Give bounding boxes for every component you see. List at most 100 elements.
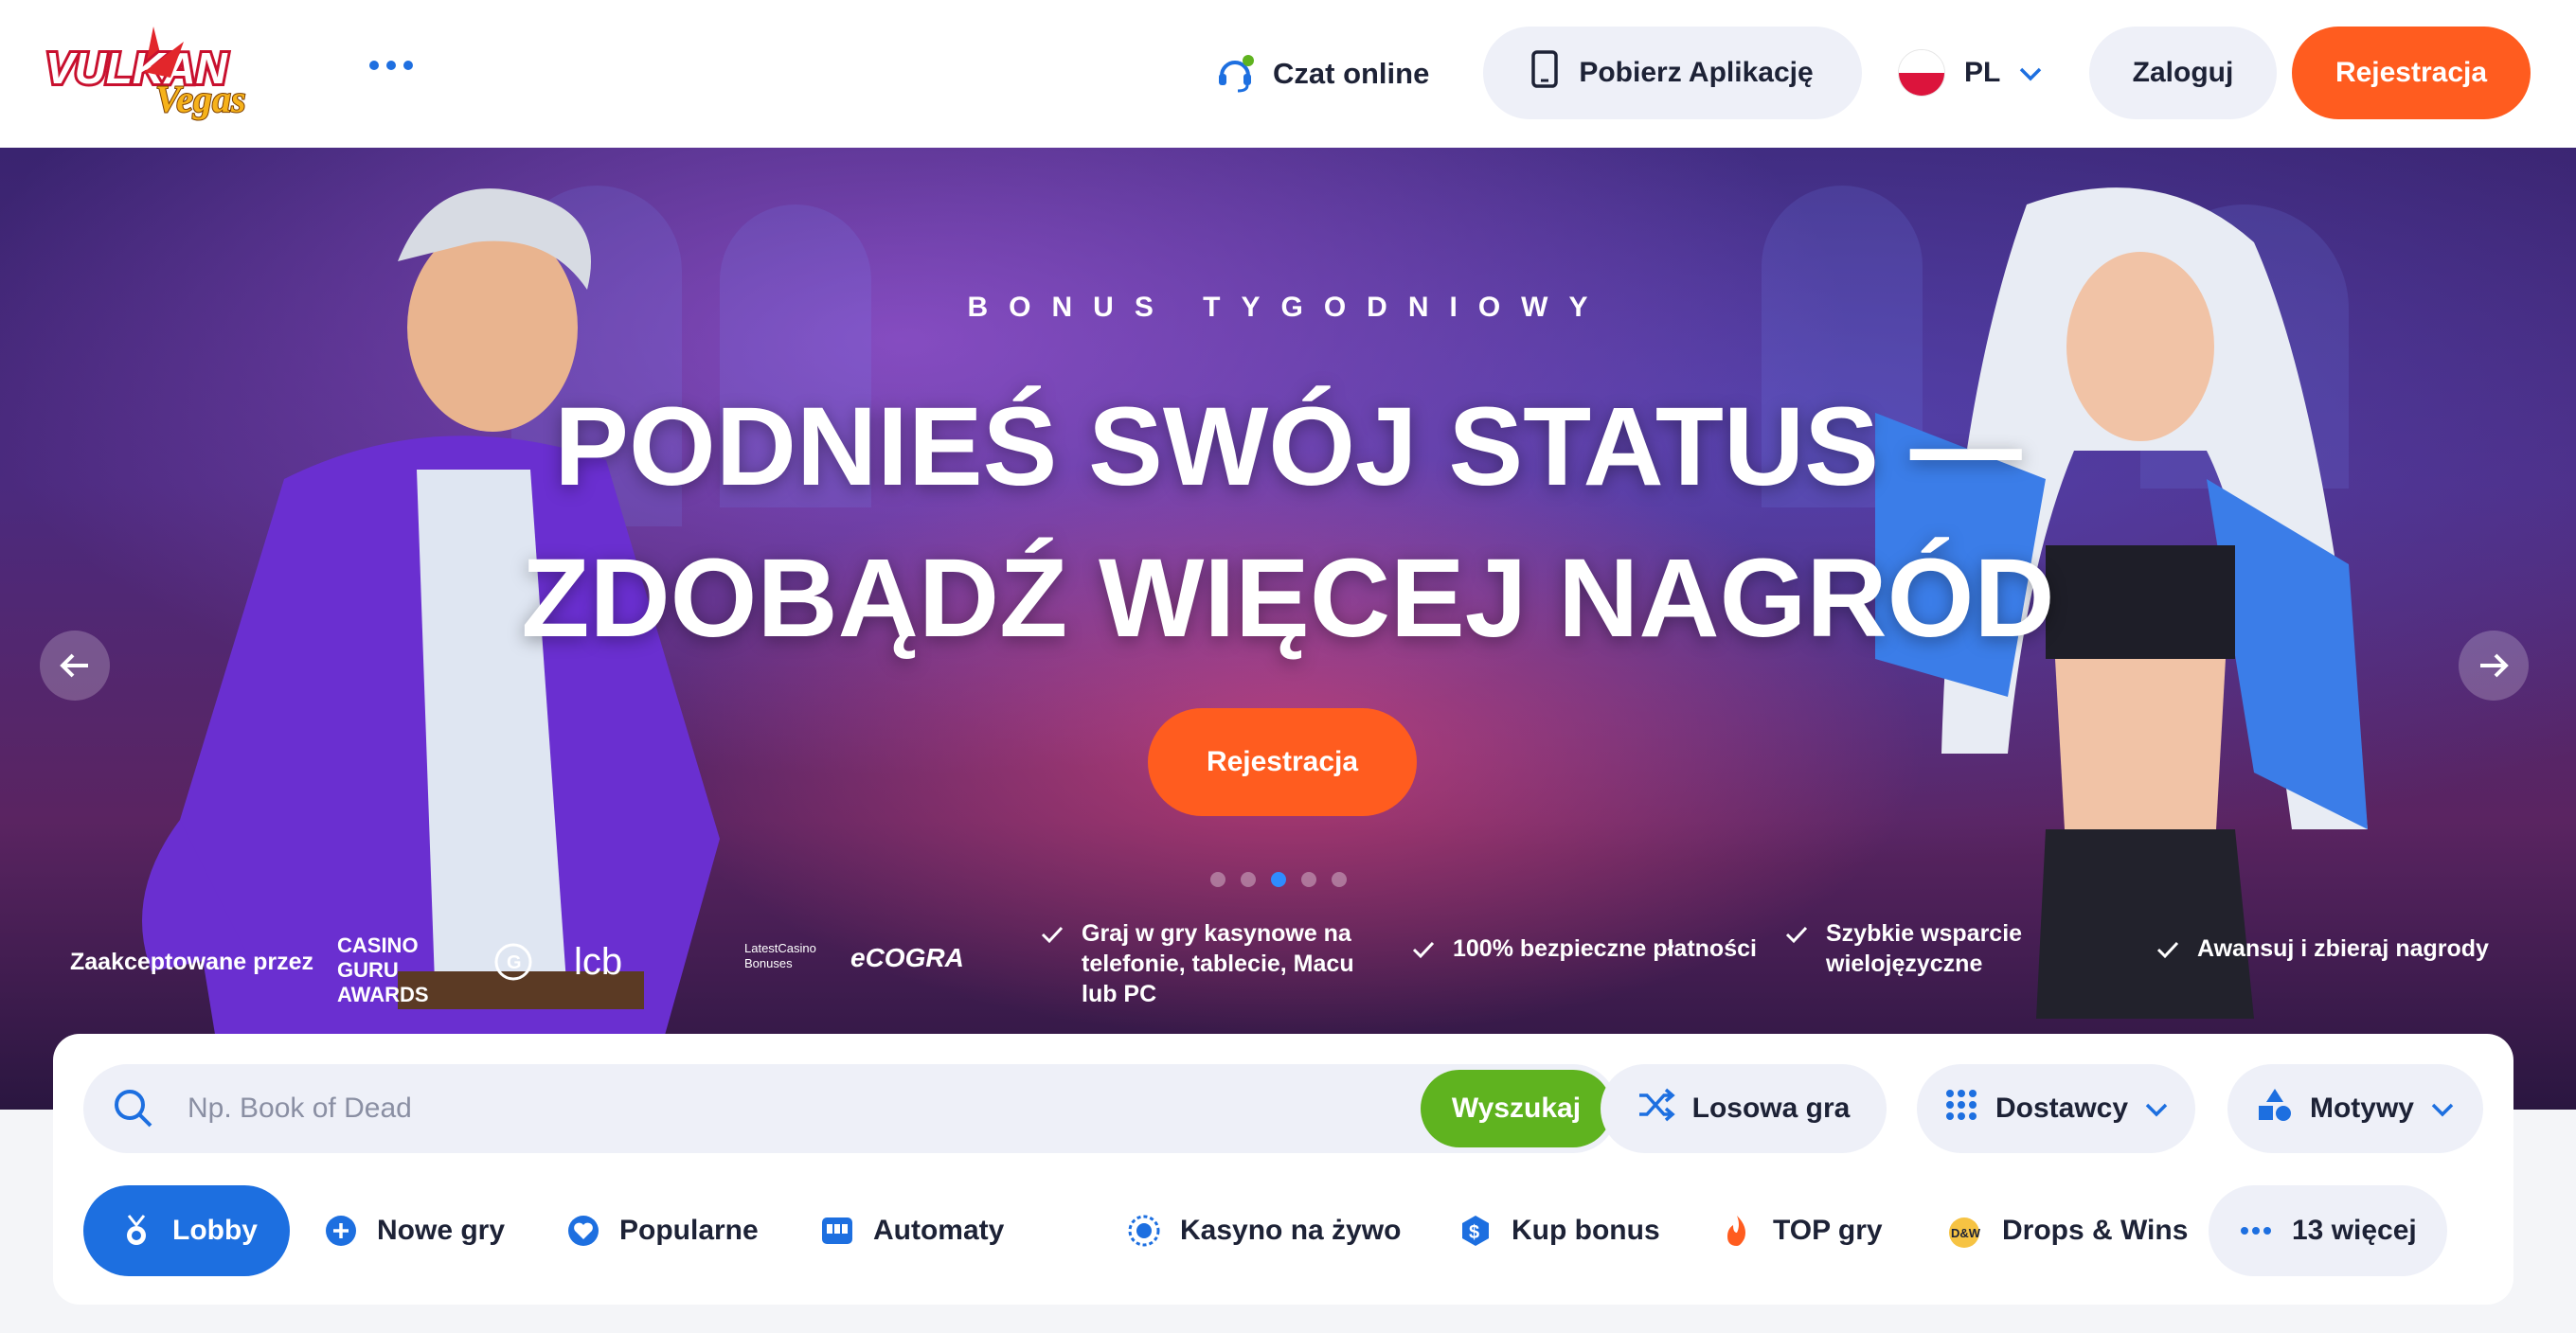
themes-dropdown[interactable]: Motywy xyxy=(2227,1064,2483,1153)
live-icon xyxy=(1128,1215,1160,1247)
chevron-down-icon xyxy=(2145,1093,2168,1125)
hero-title-line: PODNIEŚ SWÓJ STATUS — xyxy=(554,384,2022,509)
register-button[interactable]: Rejestracja xyxy=(2292,27,2531,119)
search-icon xyxy=(112,1087,155,1130)
category-label: Popularne xyxy=(619,1215,759,1246)
category-nav: Lobby Nowe gry Popularne Automaty Kasyno… xyxy=(83,1185,2489,1276)
themes-label: Motywy xyxy=(2309,1093,2414,1124)
carousel-dot-active[interactable] xyxy=(1271,872,1286,887)
trust-feature: Szybkie wsparcie wielojęzyczne xyxy=(1784,918,2106,979)
svg-text:G: G xyxy=(507,952,522,973)
trust-bar: Zaakceptowane przez CASINO GURU AWARDS G… xyxy=(0,913,2576,1017)
chat-online-link[interactable]: Czat online xyxy=(1214,47,1429,100)
trust-feature-text: 100% bezpieczne płatności xyxy=(1453,935,1757,962)
laurel-badge-icon: G xyxy=(487,935,540,988)
search-button[interactable]: Wyszukaj xyxy=(1421,1070,1612,1147)
svg-text:$: $ xyxy=(1469,1222,1479,1243)
medal-icon xyxy=(127,1215,146,1245)
hero-title-line: ZDOBĄDŹ WIĘCEJ NAGRÓD xyxy=(521,536,2055,661)
carousel-dot[interactable] xyxy=(1241,872,1256,887)
category-label: TOP gry xyxy=(1773,1215,1883,1246)
category-label: Lobby xyxy=(172,1215,258,1246)
random-game-button[interactable]: Losowa gra xyxy=(1601,1064,1887,1153)
providers-dropdown[interactable]: Dostawcy xyxy=(1917,1064,2195,1153)
providers-label: Dostawcy xyxy=(1995,1093,2129,1124)
category-slots[interactable]: Automaty xyxy=(820,1185,1004,1276)
hero-register-button[interactable]: Rejestracja xyxy=(1148,708,1417,816)
random-game-label: Losowa gra xyxy=(1691,1093,1851,1124)
shuffle-icon xyxy=(1637,1088,1675,1129)
search-box: Wyszukaj xyxy=(83,1064,1618,1153)
category-popular[interactable]: Popularne xyxy=(566,1185,759,1276)
login-button[interactable]: Zaloguj xyxy=(2089,27,2277,119)
grid-icon xyxy=(1944,1088,1978,1129)
drops-wins-icon: D&W xyxy=(1949,1217,1981,1248)
shapes-icon xyxy=(2257,1087,2293,1130)
slot-machine-icon xyxy=(822,1217,852,1244)
poland-flag-icon xyxy=(1898,49,1945,97)
category-label: Kasyno na żywo xyxy=(1180,1215,1402,1246)
check-icon xyxy=(1041,926,1064,944)
chevron-down-icon xyxy=(2019,57,2042,89)
trust-feature-text: Szybkie wsparcie wielojęzyczne xyxy=(1826,920,2023,977)
language-label: PL xyxy=(1964,57,2001,88)
language-selector[interactable]: PL xyxy=(1898,38,2042,108)
category-label: Drops & Wins xyxy=(2002,1215,2189,1246)
chevron-down-icon xyxy=(2431,1093,2454,1125)
more-menu-icon[interactable] xyxy=(369,61,413,70)
lcb-logo: lcb xyxy=(574,941,623,983)
plus-circle-icon xyxy=(326,1216,356,1246)
more-dots-icon xyxy=(2241,1227,2271,1235)
register-label: Rejestracja xyxy=(2334,57,2488,88)
category-new-games[interactable]: Nowe gry xyxy=(324,1185,505,1276)
category-label: Nowe gry xyxy=(377,1215,506,1246)
heart-icon xyxy=(568,1216,599,1246)
hero-eyebrow: BONUS TYGODNIOWY xyxy=(967,292,1609,323)
category-live-casino[interactable]: Kasyno na żywo xyxy=(1127,1185,1401,1276)
category-label: Automaty xyxy=(873,1215,1005,1246)
trust-feature: Awansuj i zbieraj nagrody xyxy=(2156,933,2553,964)
ecogra-logo: eCOGRA xyxy=(850,943,964,972)
download-app-button[interactable]: Pobierz Aplikację xyxy=(1483,27,1862,119)
carousel-dot[interactable] xyxy=(1332,872,1347,887)
games-filter-panel: Wyszukaj Losowa gra Dostawcy xyxy=(53,1034,2513,1305)
carousel-dot[interactable] xyxy=(1301,872,1316,887)
category-buy-bonus[interactable]: $ Kup bonus xyxy=(1458,1185,1660,1276)
headset-icon xyxy=(1214,53,1256,95)
check-icon xyxy=(1412,941,1435,959)
hero-banner[interactable]: BONUS TYGODNIOWY PODNIEŚ SWÓJ STATUS — Z… xyxy=(0,148,2576,1110)
search-input[interactable] xyxy=(188,1083,1324,1134)
download-app-label: Pobierz Aplikację xyxy=(1579,57,1814,88)
hero-register-label: Rejestracja xyxy=(1206,746,1359,777)
category-drops-wins[interactable]: D&W Drops & Wins xyxy=(1945,1185,2188,1276)
category-label: 13 więcej xyxy=(2292,1215,2417,1246)
category-more[interactable]: 13 więcej xyxy=(2209,1185,2447,1276)
hero-title: PODNIEŚ SWÓJ STATUS — ZDOBĄDŹ WIĘCEJ NAG… xyxy=(0,371,2576,674)
hero-next-arrow-icon[interactable] xyxy=(2459,631,2529,701)
phone-icon xyxy=(1531,50,1559,96)
login-label: Zaloguj xyxy=(2132,57,2234,88)
category-top-games[interactable]: TOP gry xyxy=(1720,1185,1883,1276)
category-label: Kup bonus xyxy=(1512,1215,1660,1246)
casino-guru-awards-logo: CASINO GURU AWARDS xyxy=(337,933,429,1006)
category-lobby[interactable]: Lobby xyxy=(83,1185,290,1276)
svg-text:D&W: D&W xyxy=(1951,1226,1981,1240)
trust-feature: 100% bezpieczne płatności xyxy=(1411,933,1771,964)
site-header: VULKAN Vegas Czat online Pobierz Aplikac… xyxy=(0,0,2576,148)
chat-online-label: Czat online xyxy=(1273,57,1430,90)
check-icon xyxy=(2156,941,2179,959)
search-button-label: Wyszukaj xyxy=(1451,1093,1582,1124)
latest-casino-bonuses-logo: LatestCasino Bonuses xyxy=(744,941,816,970)
trust-feature-text: Awansuj i zbieraj nagrody xyxy=(2197,935,2489,962)
hero-prev-arrow-icon[interactable] xyxy=(40,631,110,701)
trust-feature: Graj w gry kasynowe na telefonie, tablec… xyxy=(1040,918,1371,1009)
carousel-dots xyxy=(1210,872,1347,887)
dollar-icon: $ xyxy=(1462,1216,1489,1246)
trust-feature-text: Graj w gry kasynowe na telefonie, tablec… xyxy=(1082,920,1354,1007)
vulkan-vegas-logo[interactable]: VULKAN Vegas xyxy=(42,23,259,121)
accepted-by-label: Zaakceptowane przez xyxy=(70,949,314,975)
check-icon xyxy=(1785,926,1808,944)
svg-text:Vegas: Vegas xyxy=(155,78,246,120)
flame-icon xyxy=(1727,1216,1745,1246)
carousel-dot[interactable] xyxy=(1210,872,1225,887)
